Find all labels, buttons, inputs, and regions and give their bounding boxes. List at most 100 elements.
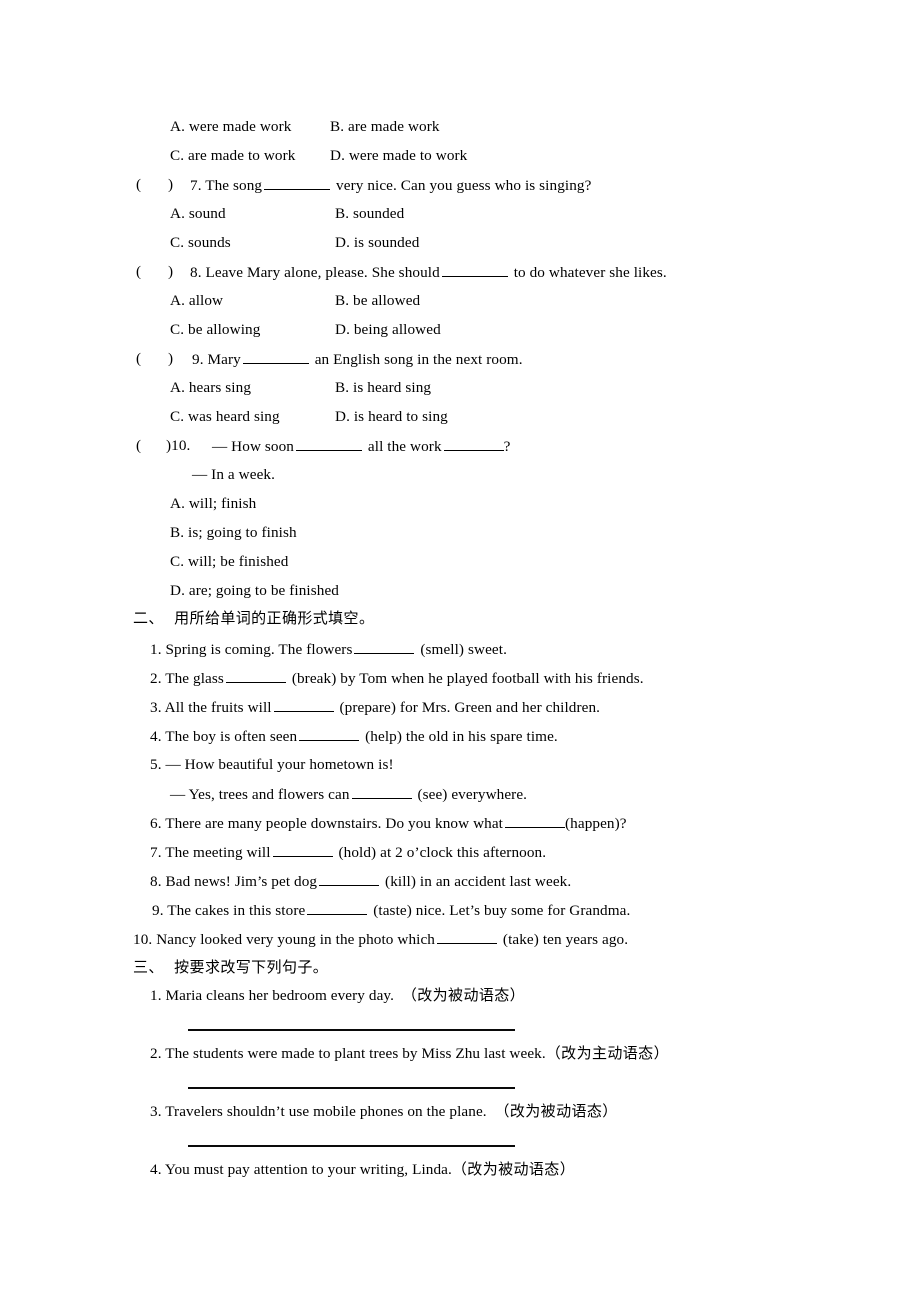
question-9-marker-open[interactable]: ( (136, 349, 141, 368)
item-text-after: (take) ten years ago. (502, 930, 629, 948)
section-three-title: 按要求改写下列句子。 (174, 958, 329, 976)
answer-rule[interactable] (188, 1029, 515, 1031)
answer-rule[interactable] (188, 1145, 515, 1147)
question-9-stem: 9. Mary an English song in the next room… (192, 349, 523, 369)
item-text-before: There are many people downstairs. Do you… (165, 814, 503, 832)
item-text-before: All the fruits will (164, 698, 272, 716)
list-item: 8. Bad news! Jim’s pet dog (kill) in an … (150, 871, 571, 891)
item-text-before: The boy is often seen (165, 727, 298, 745)
option-line: B. is heard sing (335, 378, 431, 397)
item-text-before: — How beautiful your hometown is! (165, 756, 394, 773)
fill-blank[interactable] (319, 871, 380, 886)
option-line: A. will; finish (170, 495, 257, 512)
option-left: A. hears sing (170, 379, 252, 396)
fill-blank[interactable] (441, 262, 508, 277)
item-text-after: (see) everywhere. (417, 785, 528, 803)
item-number: 10. (133, 930, 153, 948)
question-7-marker-close: ) (168, 176, 174, 193)
option-left: C. are made to work (170, 147, 296, 164)
fill-blank[interactable] (264, 175, 331, 190)
item-text-after: (kill) in an accident last week. (385, 872, 572, 890)
section-three-heading: 三、 按要求改写下列句子。 (133, 958, 328, 977)
list-item: 1. Spring is coming. The flowers (smell)… (150, 639, 507, 659)
option-line: C. was heard sing (170, 407, 280, 426)
item-number: 9. (152, 901, 164, 919)
fill-blank[interactable] (354, 639, 415, 654)
item-text-after: (happen)? (565, 814, 627, 832)
option-right: D. were made to work (330, 147, 468, 164)
fill-blank[interactable] (272, 842, 333, 857)
item-text-after: (prepare) for Mrs. Green and her childre… (339, 698, 601, 716)
fill-blank[interactable] (299, 726, 360, 741)
option-left: A. were made work (170, 118, 292, 135)
option-left: A. allow (170, 292, 224, 309)
item-number: 4. (150, 1161, 162, 1178)
option-line: C. sounds (170, 233, 231, 252)
list-item: 7. The meeting will (hold) at 2 o’clock … (150, 842, 546, 862)
question-10-marker-open[interactable]: ( (136, 436, 141, 455)
fill-blank[interactable] (225, 668, 286, 683)
option-right: B. is heard sing (335, 379, 432, 396)
rewrite-item: 2. The students were made to plant trees… (150, 1044, 669, 1063)
question-7-stem-after: very nice. Can you guess who is singing? (336, 176, 592, 194)
item-sentence: Travelers shouldn’t use mobile phones on… (165, 1103, 487, 1120)
item-text-after: (help) the old in his spare time. (365, 727, 558, 745)
option-right: D. is sounded (335, 234, 420, 251)
question-7-marker-open[interactable]: ( (136, 175, 141, 194)
question-8-number: 8. (190, 263, 202, 281)
option-right: B. are made work (330, 118, 440, 135)
answer-rule[interactable] (188, 1087, 515, 1089)
item-text-before: The glass (165, 669, 224, 687)
fill-blank[interactable] (437, 929, 497, 944)
question-9-stem-before: Mary (207, 350, 241, 368)
item-text-after: (smell) sweet. (420, 640, 507, 658)
list-item: 2. The glass (break) by Tom when he play… (150, 668, 644, 688)
rewrite-item: 3. Travelers shouldn’t use mobile phones… (150, 1102, 618, 1121)
fill-blank[interactable] (273, 697, 334, 712)
item-number: 8. (150, 872, 162, 890)
item-text-before: — Yes, trees and flowers can (170, 785, 350, 803)
item-instruction: （改为主动语态） (545, 1044, 669, 1062)
option-line: A. were made work (170, 117, 291, 136)
item-instruction: （改为被动语态） (494, 1102, 618, 1120)
fill-blank[interactable] (443, 436, 504, 451)
question-10-answer-line: — In a week. (192, 466, 276, 483)
question-8-marker-open[interactable]: ( (136, 262, 141, 281)
fill-blank[interactable] (296, 436, 363, 451)
item-sentence: Maria cleans her bedroom every day. (165, 987, 395, 1004)
item-number: 3. (150, 1103, 162, 1120)
item-number: 4. (150, 727, 162, 745)
question-10-stem-mid: all the work (367, 437, 442, 455)
item-text-after: (taste) nice. Let’s buy some for Grandma… (373, 901, 631, 919)
question-10-marker-close: )10. (166, 437, 191, 454)
option-line: C. are made to work (170, 146, 295, 165)
section-two-heading: 二、 用所给单词的正确形式填空。 (133, 609, 374, 628)
item-number: 1. (150, 987, 162, 1004)
fill-blank[interactable] (242, 349, 309, 364)
rewrite-item: 1. Maria cleans her bedroom every day. （… (150, 986, 525, 1005)
option-line: B. is; going to finish (170, 524, 297, 541)
fill-blank[interactable] (351, 784, 412, 799)
fill-blank[interactable] (307, 900, 368, 915)
question-9-marker-close: ) (168, 350, 174, 367)
option-line: B. be allowed (335, 291, 420, 310)
list-item: 4. The boy is often seen (help) the old … (150, 726, 558, 746)
question-10-stem: — How soon all the work? (212, 436, 511, 456)
option-line: D. is heard to sing (335, 407, 448, 426)
option-line: B. sounded (335, 204, 404, 223)
question-7-stem: 7. The song very nice. Can you guess who… (190, 175, 591, 195)
option-line: D. are; going to be finished (170, 582, 339, 599)
worksheet-page: A. were made work B. are made work C. ar… (0, 0, 920, 1302)
item-number: 6. (150, 814, 162, 832)
item-number: 2. (150, 1045, 162, 1062)
item-text-before: Spring is coming. The flowers (165, 640, 353, 658)
section-two-number: 二、 (133, 609, 164, 627)
item-text-before: The cakes in this store (167, 901, 306, 919)
option-left: C. was heard sing (170, 408, 280, 425)
option-right: B. be allowed (335, 292, 421, 309)
item-text-before: Nancy looked very young in the photo whi… (156, 930, 435, 948)
fill-blank[interactable] (505, 813, 565, 828)
item-instruction: （改为被动语态） (451, 1160, 576, 1178)
option-line: B. are made work (330, 117, 440, 136)
rewrite-item: 4. You must pay attention to your writin… (150, 1160, 575, 1179)
